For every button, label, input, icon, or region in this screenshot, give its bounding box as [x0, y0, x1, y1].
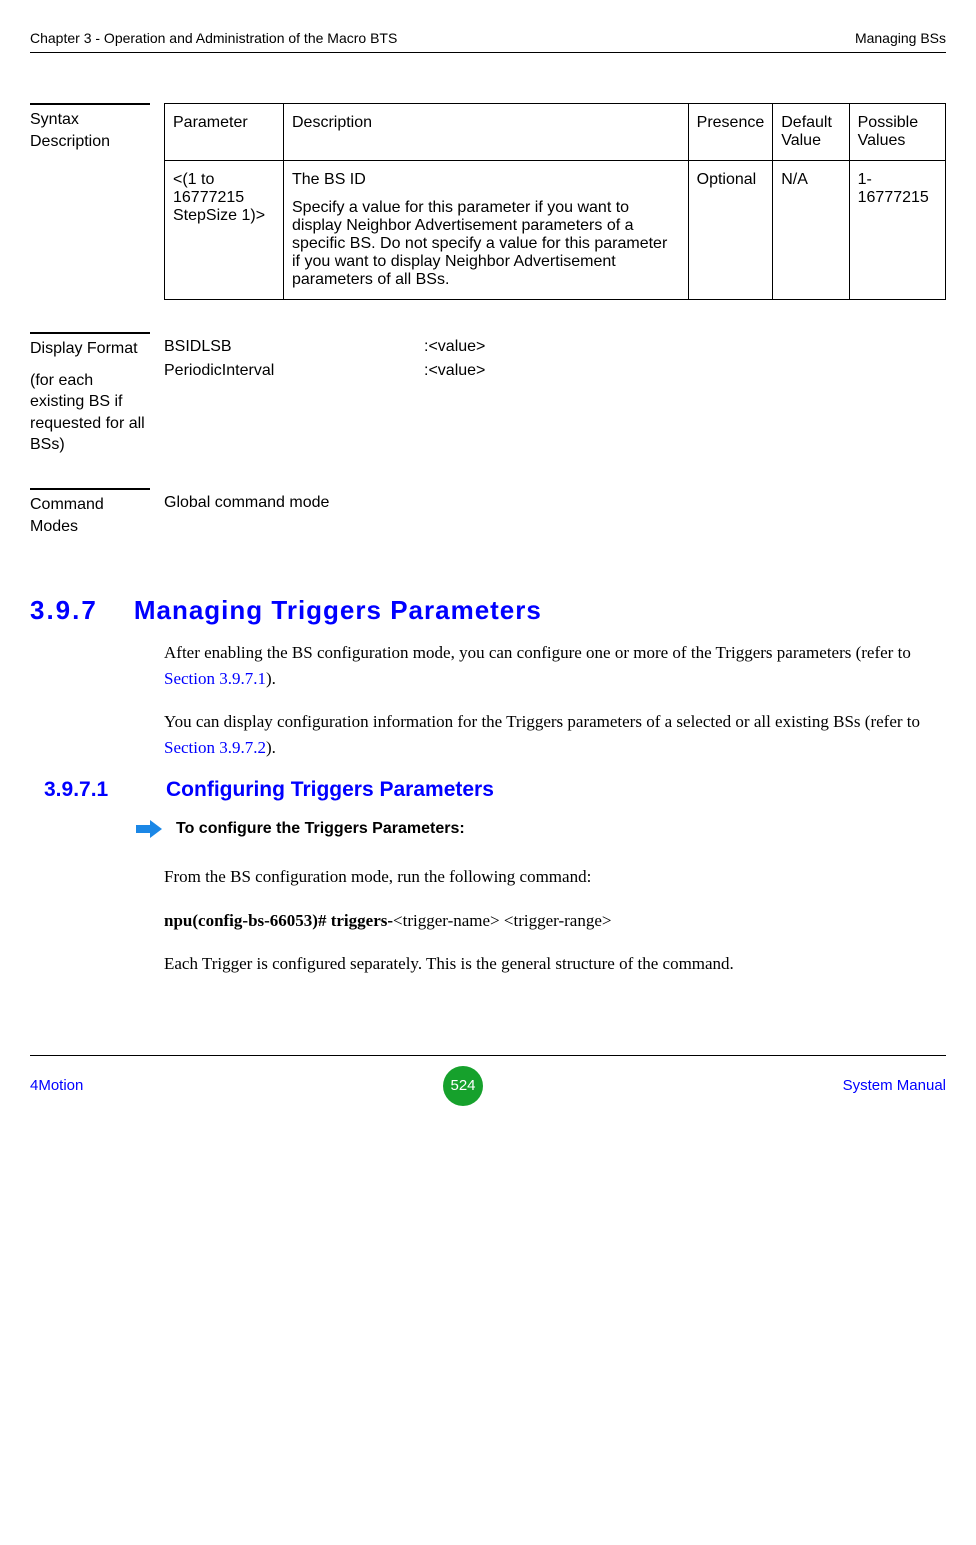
table-row: <(1 to 16777215 StepSize 1)> The BS ID S… — [165, 161, 946, 300]
page-footer: 4Motion 524 System Manual — [30, 1055, 946, 1106]
para-text: ). — [266, 669, 276, 688]
table-header-row: Parameter Description Presence Default V… — [165, 104, 946, 161]
para-text: ). — [266, 738, 276, 757]
cell-parameter: <(1 to 16777215 StepSize 1)> — [165, 161, 284, 300]
page-header: Chapter 3 - Operation and Administration… — [30, 30, 946, 53]
footer-right: System Manual — [843, 1077, 946, 1094]
section-rule — [30, 332, 150, 334]
kv-val-periodic: :<value> — [424, 362, 485, 380]
kv-label-periodic: PeriodicInterval — [164, 362, 424, 380]
cmd-args: <trigger-name> <trigger-range> — [393, 911, 611, 930]
col-default: Default Value — [773, 104, 849, 161]
command-line: npu(config-bs-66053)# triggers-<trigger-… — [164, 908, 946, 934]
command-modes-label: Command Modes — [30, 494, 150, 537]
desc-line1: The BS ID — [292, 171, 680, 189]
cell-presence: Optional — [688, 161, 773, 300]
cell-description: The BS ID Specify a value for this param… — [284, 161, 689, 300]
link-section-3971[interactable]: Section 3.9.7.1 — [164, 669, 266, 688]
section-title-397: Managing Triggers Parameters — [134, 595, 542, 626]
cell-default: N/A — [773, 161, 849, 300]
para-397-2: You can display configuration informatio… — [164, 709, 946, 760]
link-section-3972[interactable]: Section 3.9.7.2 — [164, 738, 266, 757]
display-format-sublabel: (for each existing BS if requested for a… — [30, 370, 150, 456]
syntax-description-label: Syntax Description — [30, 109, 150, 152]
para-text: You can display configuration informatio… — [164, 712, 920, 731]
cell-possible: 1-16777215 — [849, 161, 945, 300]
command-modes-value: Global command mode — [164, 494, 329, 511]
cmd-bold: npu(config-bs-66053)# triggers- — [164, 911, 393, 930]
display-row: PeriodicInterval :<value> — [164, 362, 946, 380]
header-right: Managing BSs — [855, 30, 946, 46]
section-number-3971: 3.9.7.1 — [44, 778, 130, 802]
col-possible: Possible Values — [849, 104, 945, 161]
section-number-397: 3.9.7 — [30, 595, 98, 626]
kv-val-bsidlsb: :<value> — [424, 338, 485, 356]
col-presence: Presence — [688, 104, 773, 161]
para-3971-1: From the BS configuration mode, run the … — [164, 864, 946, 890]
footer-left: 4Motion — [30, 1077, 83, 1094]
col-parameter: Parameter — [165, 104, 284, 161]
para-text: After enabling the BS configuration mode… — [164, 643, 911, 662]
section-rule — [30, 103, 150, 105]
para-397-1: After enabling the BS configuration mode… — [164, 640, 946, 691]
syntax-table: Parameter Description Presence Default V… — [164, 103, 946, 300]
section-rule — [30, 488, 150, 490]
to-configure-label: To configure the Triggers Parameters: — [176, 820, 465, 838]
section-title-3971: Configuring Triggers Parameters — [166, 778, 494, 802]
display-row: BSIDLSB :<value> — [164, 338, 946, 356]
para-3971-2: Each Trigger is configured separately. T… — [164, 951, 946, 977]
page-number-badge: 524 — [443, 1066, 483, 1106]
desc-line2: Specify a value for this parameter if yo… — [292, 199, 680, 289]
arrow-right-icon — [136, 820, 162, 838]
kv-label-bsidlsb: BSIDLSB — [164, 338, 424, 356]
header-left: Chapter 3 - Operation and Administration… — [30, 30, 397, 46]
col-description: Description — [284, 104, 689, 161]
display-format-label: Display Format — [30, 338, 150, 360]
